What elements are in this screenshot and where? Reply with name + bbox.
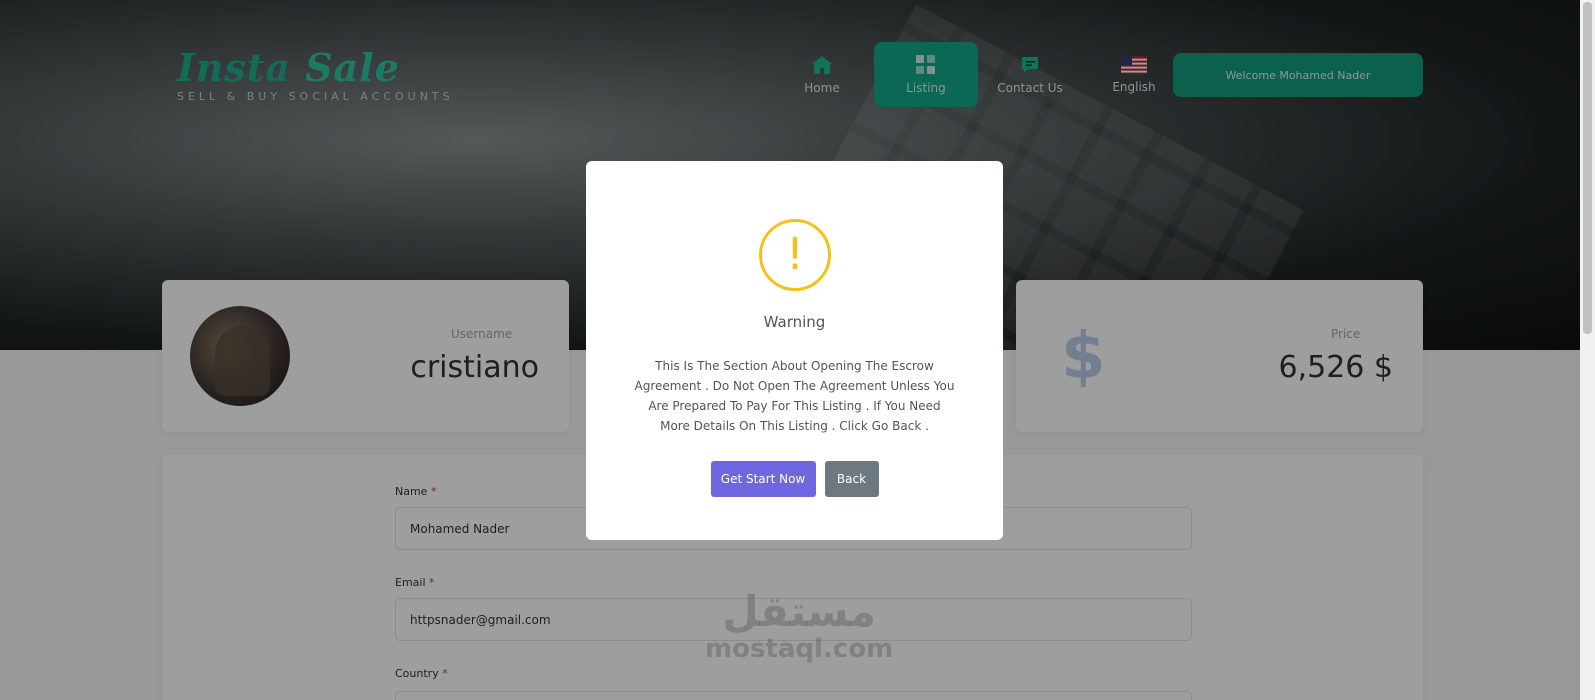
page-scrollbar[interactable]	[1580, 0, 1595, 700]
dialog-message-line: This Is The Section About Opening The Es…	[655, 359, 934, 373]
warning-icon: !	[759, 219, 831, 291]
dialog-message: This Is The Section About Opening The Es…	[631, 356, 958, 436]
dialog-title: Warning	[763, 313, 826, 331]
dialog-message-line: More Details On This Listing . Click Go …	[660, 419, 929, 433]
dialog-message-line: Agreement . Do Not Open The Agreement Un…	[634, 379, 955, 393]
dialog-message-line: Are Prepared To Pay For This Listing . I…	[648, 399, 941, 413]
back-button[interactable]: Back	[824, 461, 879, 497]
scrollbar-thumb[interactable]	[1583, 2, 1592, 334]
get-start-now-button[interactable]: Get Start Now	[710, 461, 816, 497]
dialog-actions: Get Start Now Back	[586, 461, 1003, 497]
warning-dialog: ! Warning This Is The Section About Open…	[586, 161, 1003, 540]
